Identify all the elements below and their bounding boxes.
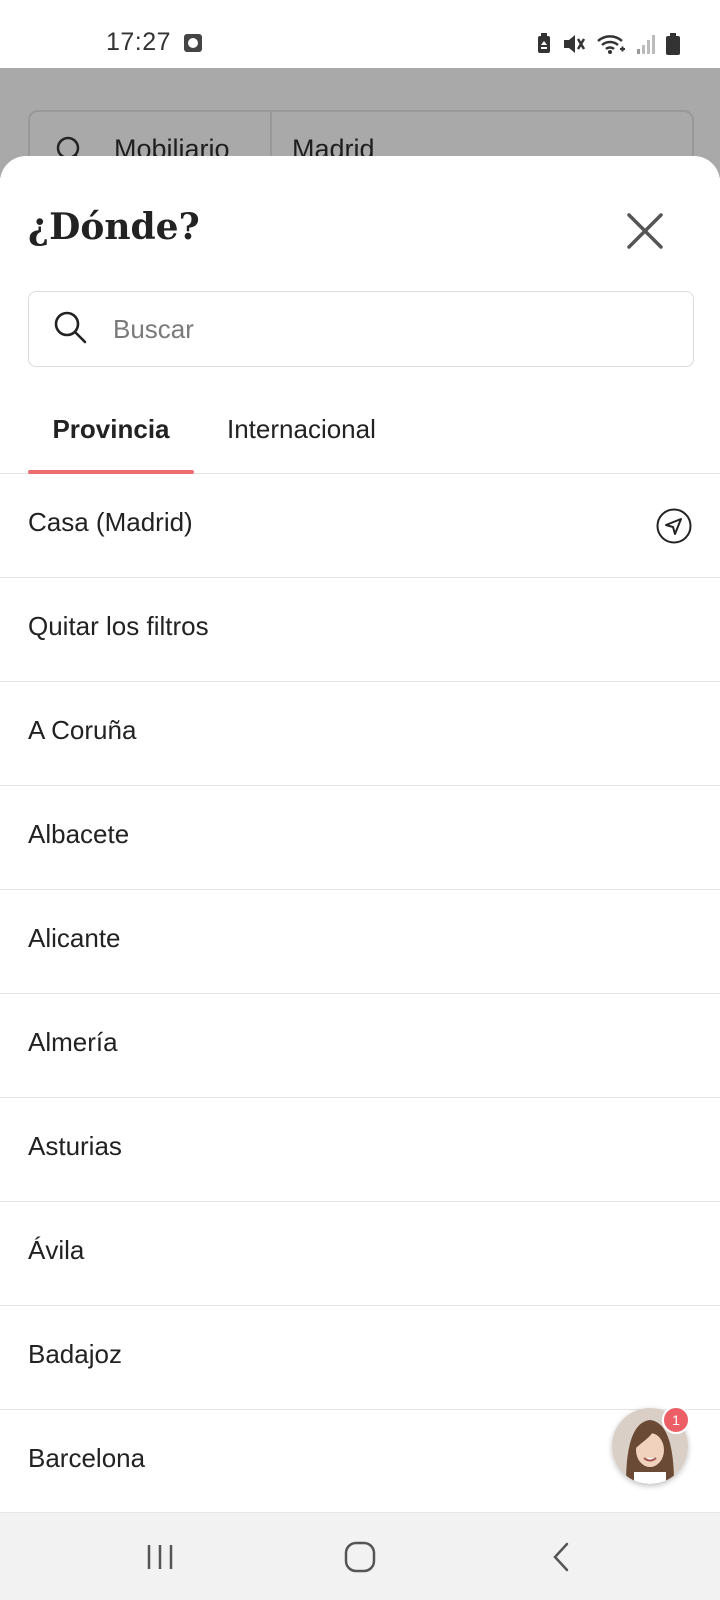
list-item-label: Ávila <box>28 1235 85 1265</box>
search-box <box>28 291 694 367</box>
recent-apps-icon <box>147 1545 173 1569</box>
battery-saver-icon <box>538 33 550 53</box>
search-icon <box>54 311 87 344</box>
location-sheet: ¿Dónde? Provincia Internacional Casa (Ma… <box>0 156 720 1512</box>
list-item-label: Quitar los filtros <box>28 611 209 641</box>
list-item-province[interactable]: Asturias <box>0 1098 720 1202</box>
list-item-province[interactable]: Alicante <box>0 890 720 994</box>
back-icon <box>553 1542 569 1572</box>
vibrate-icon <box>564 35 586 53</box>
list-item-label: Badajoz <box>28 1339 122 1369</box>
list-item-province[interactable]: Barcelona <box>0 1410 720 1512</box>
home-icon <box>344 1541 376 1573</box>
list-item-province[interactable]: Badajoz <box>0 1306 720 1410</box>
list-item-label: A Coruña <box>28 715 137 745</box>
signal-icon <box>637 35 655 54</box>
list-item-clear-filters[interactable]: Quitar los filtros <box>0 578 720 682</box>
clock-icon <box>184 34 202 52</box>
list-item-label: Casa (Madrid) <box>28 507 193 537</box>
list-item-province[interactable]: A Coruña <box>0 682 720 786</box>
navigation-bar <box>0 1512 720 1600</box>
recent-apps-button[interactable] <box>138 1535 182 1579</box>
search-input[interactable] <box>113 306 673 352</box>
province-list: Casa (Madrid) Quitar los filtros A Coruñ… <box>0 474 720 1512</box>
list-item-casa[interactable]: Casa (Madrid) <box>0 474 720 578</box>
home-button[interactable] <box>338 1535 382 1579</box>
wifi-icon <box>597 35 625 54</box>
close-icon <box>627 213 663 249</box>
tab-provincia[interactable]: Provincia <box>28 412 194 474</box>
tab-bar: Provincia Internacional <box>0 412 720 474</box>
list-item-label: Albacete <box>28 819 130 849</box>
status-time: 17:27 <box>106 28 172 56</box>
sheet-title: ¿Dónde? <box>28 206 200 248</box>
list-item-label: Almería <box>28 1027 118 1057</box>
back-button[interactable] <box>540 1535 584 1579</box>
tab-internacional[interactable]: Internacional <box>227 412 376 474</box>
list-item-province[interactable]: Albacete <box>0 786 720 890</box>
list-item-label: Asturias <box>28 1131 122 1161</box>
location-arrow-icon[interactable] <box>656 508 692 544</box>
battery-icon <box>666 33 680 55</box>
list-item-label: Alicante <box>28 923 121 953</box>
list-item-province[interactable]: Ávila <box>0 1202 720 1306</box>
list-item-label: Barcelona <box>28 1443 146 1473</box>
list-item-province[interactable]: Almería <box>0 994 720 1098</box>
notification-badge: 1 <box>662 1406 690 1434</box>
close-button[interactable] <box>620 206 670 256</box>
status-icons <box>536 31 680 57</box>
status-bar: 17:27 <box>0 0 720 68</box>
